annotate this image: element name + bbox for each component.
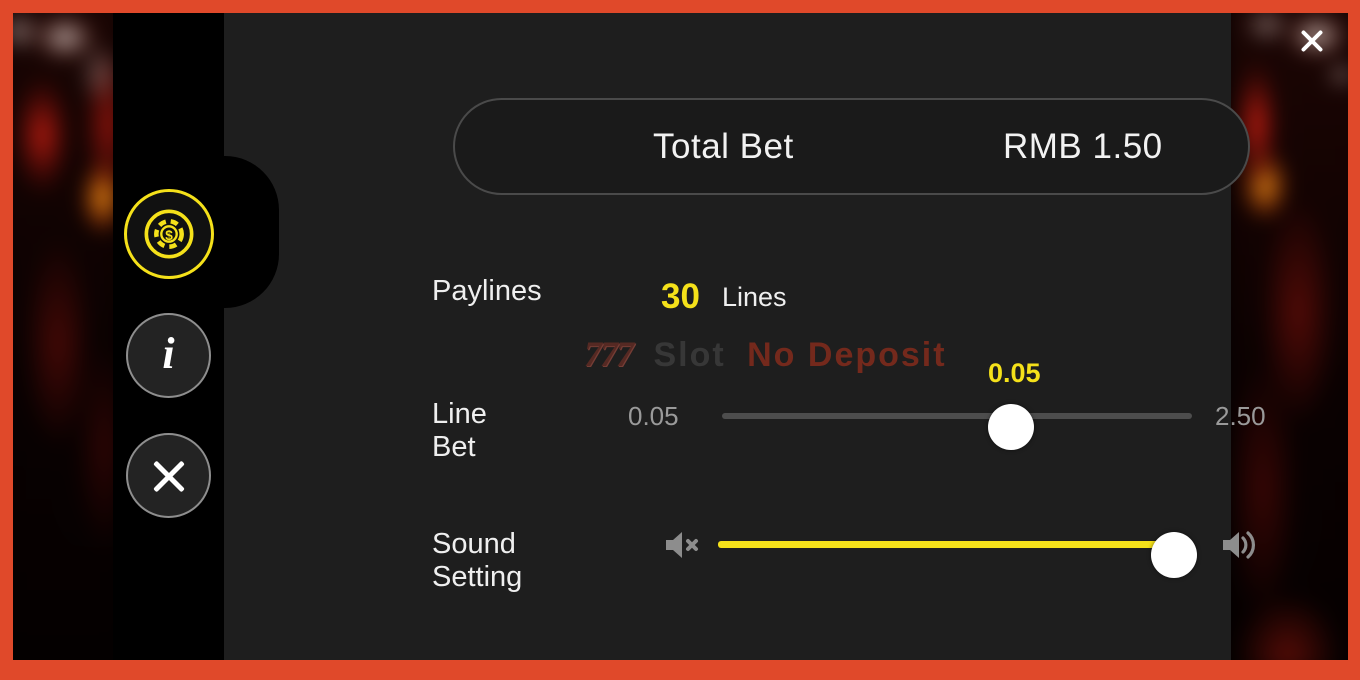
close-icon[interactable] bbox=[1298, 27, 1326, 55]
total-bet-label: Total Bet bbox=[653, 126, 794, 166]
svg-text:$: $ bbox=[165, 228, 173, 243]
sound-slider-thumb[interactable] bbox=[1151, 532, 1197, 578]
total-bet-display: Total Bet RMB 1.50 bbox=[453, 98, 1250, 195]
paylines-unit: Lines bbox=[722, 282, 787, 312]
line-bet-min-value: 0.05 bbox=[628, 401, 679, 431]
background-art-left bbox=[13, 13, 126, 660]
site-watermark: 777 Slot No Deposit bbox=[584, 333, 947, 375]
line-bet-label: Line Bet bbox=[432, 398, 487, 463]
info-icon: i bbox=[162, 328, 175, 378]
sidebar-item-game-info[interactable]: i bbox=[126, 313, 211, 398]
settings-panel: $ i Total Bet RMB 1.50 777 Slot No Depos… bbox=[113, 13, 1266, 660]
watermark-logo: 777 bbox=[584, 334, 634, 374]
watermark-word1: Slot bbox=[653, 336, 726, 374]
line-bet-slider[interactable]: 0.05 bbox=[722, 358, 1192, 450]
speaker-loud-icon[interactable] bbox=[1220, 526, 1260, 564]
sound-volume-slider[interactable] bbox=[718, 532, 1197, 578]
sound-setting-label: Sound Setting bbox=[432, 528, 523, 593]
paylines-label: Paylines bbox=[432, 275, 542, 307]
paylines-count: 30 bbox=[661, 277, 700, 316]
casino-chip-icon: $ bbox=[144, 209, 194, 259]
close-icon bbox=[149, 456, 189, 496]
sidebar-item-bet-settings[interactable]: $ bbox=[124, 189, 214, 279]
sidebar-item-close-menu[interactable] bbox=[126, 433, 211, 518]
total-bet-value: RMB 1.50 bbox=[1003, 126, 1163, 166]
settings-sidebar: $ i bbox=[113, 13, 279, 660]
speaker-mute-icon[interactable] bbox=[662, 526, 702, 564]
game-screen: $ i Total Bet RMB 1.50 777 Slot No Depos… bbox=[13, 13, 1348, 660]
settings-content: Total Bet RMB 1.50 777 Slot No Deposit P… bbox=[224, 13, 1266, 660]
line-bet-max-value: 2.50 bbox=[1215, 401, 1266, 431]
orange-window-frame: $ i Total Bet RMB 1.50 777 Slot No Depos… bbox=[0, 0, 1360, 680]
line-bet-current-tooltip: 0.05 bbox=[988, 358, 1041, 388]
line-bet-slider-thumb[interactable] bbox=[988, 404, 1034, 450]
watermark-word2: No Deposit bbox=[747, 336, 947, 374]
